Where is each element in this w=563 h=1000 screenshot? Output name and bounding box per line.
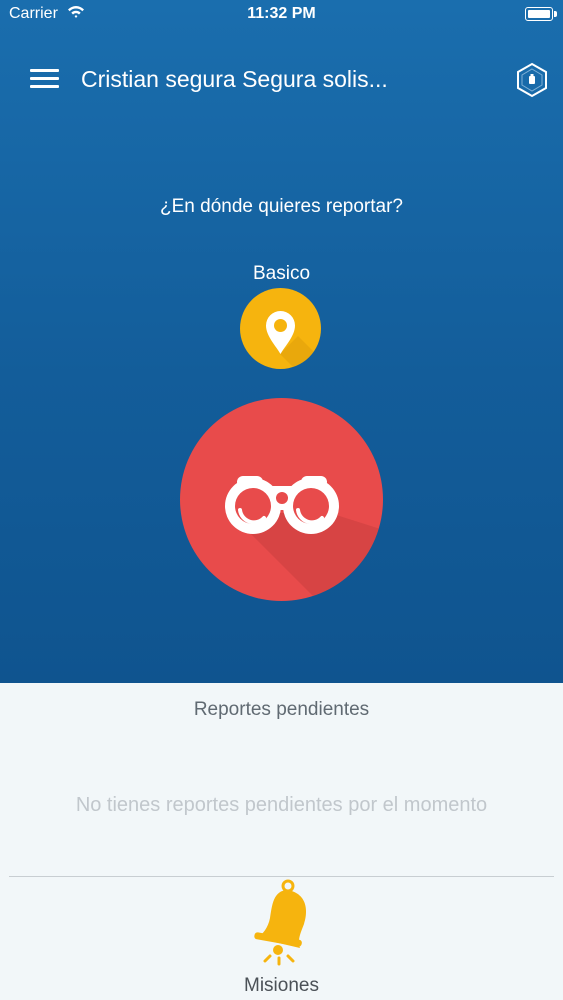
empty-state-message: No tienes reportes pendientes por el mom… bbox=[75, 794, 488, 816]
binoculars-icon bbox=[225, 476, 383, 601]
missions-label: Misiones bbox=[244, 975, 319, 996]
report-question: ¿En dónde quieres reportar? bbox=[160, 196, 403, 217]
page-title: Cristian segura Segura solis... bbox=[81, 66, 388, 92]
divider bbox=[9, 876, 554, 877]
bell-icon bbox=[254, 879, 307, 966]
location-button[interactable] bbox=[240, 288, 321, 369]
missions-button[interactable]: Misiones bbox=[200, 878, 363, 1000]
status-time: 11:32 PM bbox=[247, 5, 316, 22]
mode-label: Basico bbox=[252, 263, 311, 284]
status-bar: Carrier 11:32 PM bbox=[0, 0, 563, 30]
top-panel: Carrier 11:32 PM Cristian segura Segura … bbox=[0, 0, 563, 683]
observe-report-button[interactable] bbox=[180, 398, 383, 601]
hexagon-badge-icon[interactable] bbox=[515, 62, 549, 98]
hamburger-menu-icon[interactable] bbox=[30, 68, 59, 90]
battery-icon bbox=[525, 7, 557, 21]
pending-reports-title: Reportes pendientes bbox=[193, 699, 370, 720]
map-pin-icon bbox=[266, 311, 321, 369]
